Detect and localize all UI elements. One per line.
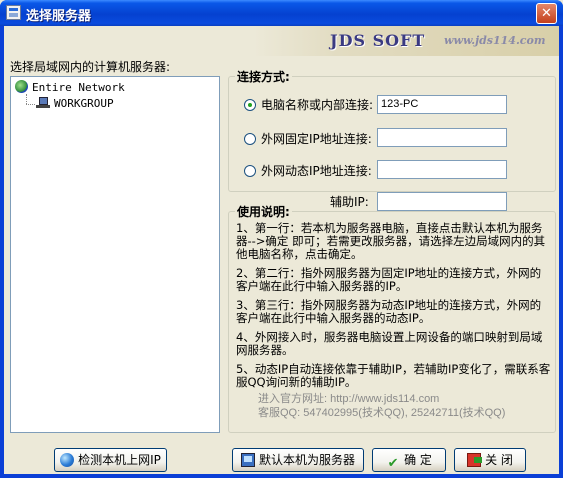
help-item: 5、动态IP自动连接依靠于辅助IP，若辅助IP变化了，需联系客服QQ询问新的辅助…: [236, 362, 551, 389]
button-label: 默认本机为服务器: [258, 453, 355, 467]
help-item: 4、外网接入时，服务器电脑设置上网设备的端口映射到局域网服务器。: [236, 330, 543, 357]
close-button[interactable]: 关 闭: [454, 448, 526, 472]
dialog-window: 选择服务器 ✕ JDS SOFT www.jds114.com 选择局域网内的计…: [0, 0, 563, 478]
contact-info: 进入官方网址: http://www.jds114.com 客服QQ: 5474…: [258, 392, 505, 420]
tree-connector: [26, 94, 27, 104]
button-label: 检测本机上网IP: [78, 453, 161, 467]
connection-group-title: 连接方式:: [237, 70, 290, 84]
radio-label: 外网动态IP地址连接:: [261, 164, 372, 178]
radio-unselected-icon: [244, 165, 256, 177]
support-qq-text: 客服QQ: 547402995(技术QQ), 25242711(技术QQ): [258, 407, 506, 419]
window-close-button[interactable]: ✕: [536, 3, 557, 24]
fixed-ip-input[interactable]: [377, 128, 507, 147]
dynamic-ip-input[interactable]: [377, 160, 507, 179]
button-label: 关 闭: [485, 453, 513, 467]
tree-node-entire-network[interactable]: Entire Network: [15, 80, 125, 96]
brand-banner: JDS SOFT www.jds114.com: [4, 26, 559, 56]
window-title: 选择服务器: [26, 9, 92, 24]
computer-name-input[interactable]: 123-PC: [377, 95, 507, 114]
ok-button[interactable]: ✔ 确 定: [372, 448, 446, 472]
tree-connector: [26, 104, 35, 105]
help-group-title: 使用说明:: [237, 205, 290, 219]
radio-label: 电脑名称或内部连接:: [261, 98, 374, 112]
button-label: 确 定: [404, 453, 432, 467]
help-item: 3、第三行：指外网服务器为动态IP地址的连接方式，外网的客户端在此行中输入服务器…: [236, 298, 542, 325]
brand-logo: JDS SOFT: [330, 31, 426, 50]
globe-icon: [60, 453, 75, 467]
title-bar[interactable]: 选择服务器 ✕: [0, 0, 563, 26]
website-text: 进入官方网址: http://www.jds114.com: [258, 393, 440, 405]
exit-icon: [467, 453, 483, 467]
radio-unselected-icon: [244, 133, 256, 145]
radio-fixed-ip[interactable]: 外网固定IP地址连接:: [244, 130, 372, 148]
network-tree[interactable]: Entire Network WORKGROUP: [10, 76, 220, 433]
set-default-server-button[interactable]: 默认本机为服务器: [232, 448, 364, 472]
brand-url: www.jds114.com: [444, 34, 546, 47]
radio-selected-icon: [244, 99, 256, 111]
window-app-icon: [6, 5, 21, 20]
server-list-label: 选择局域网内的计算机服务器:: [10, 60, 171, 74]
computer-icon: [240, 453, 255, 467]
radio-label: 外网固定IP地址连接:: [261, 132, 372, 146]
help-instructions: 1、第一行：若本机为服务器电脑，直接点击默认本机为服务器-->确定 即可；若需更…: [236, 222, 552, 395]
radio-computer-name[interactable]: 电脑名称或内部连接:: [244, 96, 373, 114]
detect-ip-button[interactable]: 检测本机上网IP: [54, 448, 167, 472]
help-item: 1、第一行：若本机为服务器电脑，直接点击默认本机为服务器-->确定 即可；若需更…: [236, 221, 546, 261]
checkmark-icon: ✔: [387, 456, 399, 471]
radio-dynamic-ip[interactable]: 外网动态IP地址连接:: [244, 162, 372, 180]
help-item: 2、第二行：指外网服务器为固定IP地址的连接方式，外网的客户端在此行中输入服务器…: [236, 266, 542, 293]
network-globe-icon: [15, 80, 28, 93]
workgroup-icon: [36, 97, 50, 109]
tree-node-label: WORKGROUP: [54, 97, 114, 110]
tree-node-label: Entire Network: [32, 81, 125, 94]
tree-node-workgroup[interactable]: WORKGROUP: [36, 96, 114, 112]
